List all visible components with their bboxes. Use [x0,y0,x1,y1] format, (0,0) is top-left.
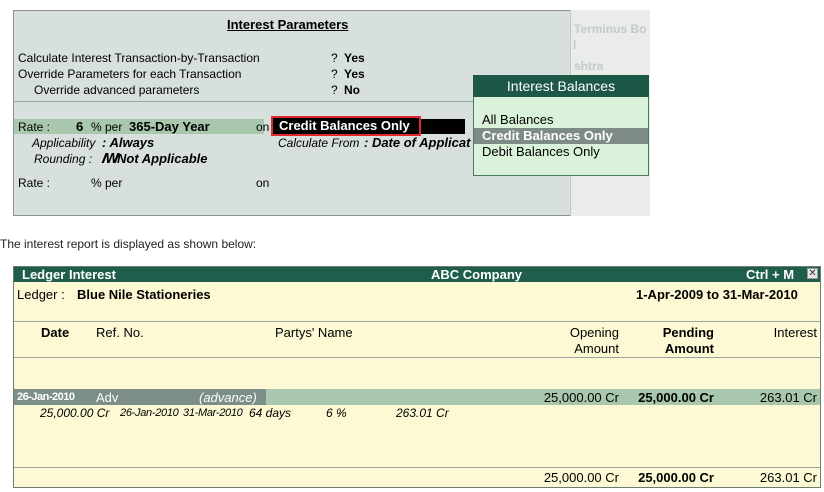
report-period: 1-Apr-2009 to 31-Mar-2010 [636,287,798,302]
detail-to-date: 31-Mar-2010 [183,407,243,419]
shortcut-label: Ctrl + M [746,267,795,282]
detail-rate: 6 % [326,406,347,420]
balance-type-field-extension [421,119,465,134]
interest-parameters-title: Interest Parameters [227,17,349,32]
row-date[interactable]: 26-Jan-2010 [17,391,75,403]
column-header-pending-amount: Amount [664,341,714,356]
rate-label: Rate : [18,120,51,134]
detail-amount: 25,000.00 Cr [40,406,110,420]
rate-per-label: % per [91,120,123,134]
total-pending-amount: 25,000.00 Cr [638,470,714,485]
column-header-interest: Interest [773,325,817,340]
ledger-label: Ledger : [17,287,65,302]
rate-value[interactable]: 6 [76,119,83,134]
total-interest: 263.01 Cr [759,470,817,485]
param-label-override-advanced: Override advanced parameters [34,83,200,97]
row-ref: Adv [96,390,119,405]
row-type: (advance) [199,390,257,405]
background-text-terminus: Terminus Bo [574,22,647,36]
detail-interest: 263.01 Cr [396,406,449,420]
param-value-override-params[interactable]: Yes [344,67,365,81]
param-label-calc-interest: Calculate Interest Transaction-by-Transa… [18,51,260,65]
detail-days: 64 days [249,406,292,420]
rate2-label: Rate : [18,176,51,190]
background-text-bar: l [573,38,577,52]
popup-item-credit-balances-only[interactable]: Credit Balances Only [482,128,613,144]
popup-title: Interest Balances [473,75,649,97]
param-value-override-advanced[interactable]: No [344,83,360,97]
popup-item-all-balances[interactable]: All Balances [482,112,554,128]
totals-divider [14,467,820,468]
rounding-label: Rounding : [34,152,93,166]
rounding-value[interactable]: Not Applicable [117,151,208,166]
row-opening-amount: 25,000.00 Cr [543,390,619,405]
column-header-date: Date [41,325,70,340]
calc-from-value[interactable]: : Date of Applicat [364,135,473,150]
ledger-name: Blue Nile Stationeries [77,287,211,302]
column-header-opening-amount: Amount [574,341,619,356]
row-interest: 263.01 Cr [759,390,817,405]
rate2-on-label: on [256,176,270,190]
column-header-pending: Pending [662,325,714,340]
rate-period-value[interactable]: 365-Day Year [129,119,210,134]
param-q: ? [331,83,338,97]
detail-from-date: 26-Jan-2010 [120,407,179,419]
header-divider [14,321,820,322]
popup-item-debit-balances-only[interactable]: Debit Balances Only [482,144,600,160]
columns-divider [14,357,820,358]
column-header-ref-no: Ref. No. [96,325,144,340]
param-label-override-params: Override Parameters for each Transaction [18,67,242,81]
on-label: on [256,120,270,134]
column-header-opening: Opening [569,325,619,340]
total-opening-amount: 25,000.00 Cr [543,470,619,485]
applicability-value[interactable]: : Always [102,135,154,150]
param-q: ? [331,51,338,65]
balance-type-field[interactable]: Credit Balances Only [271,116,421,136]
column-header-party-name: Partys' Name [275,325,353,340]
applicability-label: Applicability [32,136,96,150]
row-pending-amount: 25,000.00 Cr [638,390,714,405]
company-name: ABC Company [431,267,523,282]
calc-from-label: Calculate From [278,136,360,150]
param-q: ? [331,67,338,81]
param-value-calc-interest[interactable]: Yes [344,51,365,65]
caption-text: The interest report is displayed as show… [0,237,257,251]
background-text-shtra: shtra [574,59,604,73]
rate2-per-label: % per [91,176,123,190]
report-title: Ledger Interest [22,267,116,282]
report-title-bar: Ledger Interest ABC Company Ctrl + M [14,267,820,282]
close-icon[interactable]: ✕ [807,268,818,279]
